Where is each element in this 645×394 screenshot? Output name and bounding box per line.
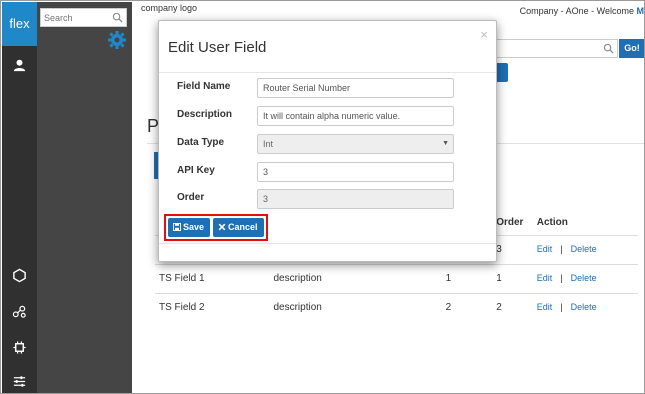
api-key-input[interactable]: 3 (257, 162, 454, 182)
go-button[interactable]: Go! (619, 39, 644, 58)
edit-user-field-modal: Edit User Field × Field Name Router Seri… (158, 20, 497, 262)
modal-footer-divider (159, 243, 496, 244)
chip-icon[interactable] (2, 336, 37, 358)
data-type-value: Int (263, 139, 274, 149)
delete-link[interactable]: Delete (571, 302, 597, 312)
search-icon[interactable] (603, 43, 614, 54)
modal-title: Edit User Field (168, 39, 267, 56)
row-name: TS Field 1 (155, 263, 274, 293)
flex-logo[interactable]: flex (2, 2, 37, 46)
hexagon-icon[interactable] (2, 264, 37, 286)
delete-link[interactable]: Delete (571, 244, 597, 254)
data-type-select[interactable]: Int ▼ (257, 134, 454, 154)
welcome-text: Company - AOne - Welcome M (520, 6, 644, 16)
row-api: 1 (445, 263, 497, 293)
search-icon[interactable] (112, 12, 123, 23)
row-name: TS Field 2 (155, 292, 274, 322)
row-order: 1 (496, 263, 537, 293)
delete-link[interactable]: Delete (571, 273, 597, 283)
edit-link[interactable]: Edit (537, 302, 553, 312)
api-key-row: API Key 3 (177, 162, 477, 182)
api-key-label: API Key (177, 165, 215, 176)
cancel-button[interactable]: Cancel (213, 218, 264, 237)
header-order: Order (496, 216, 524, 228)
row-actions: Edit | Delete (536, 234, 638, 264)
row-description: description (273, 263, 446, 293)
sidebar-search-input[interactable] (41, 9, 111, 26)
field-name-row: Field Name Router Serial Number (177, 78, 477, 98)
table-row: TS Field 2 description 2 2 Edit | Delete (155, 292, 638, 322)
order-label: Order (177, 192, 205, 203)
chevron-down-icon: ▼ (442, 140, 449, 147)
close-icon (218, 223, 226, 231)
company-logo: company logo (141, 3, 198, 13)
save-button[interactable]: Save (168, 218, 210, 237)
edit-link[interactable]: Edit (537, 244, 553, 254)
header-action: Action (536, 216, 568, 228)
field-name-input[interactable]: Router Serial Number (257, 78, 454, 98)
row-actions: Edit | Delete (536, 263, 638, 293)
cancel-label: Cancel (228, 222, 258, 232)
row-order: 2 (496, 292, 537, 322)
table-row: TS Field 1 description 1 1 Edit | Delete (155, 263, 638, 293)
description-label: Description (177, 109, 233, 120)
description-input[interactable]: It will contain alpha numeric value. (257, 106, 454, 126)
close-icon[interactable]: × (480, 27, 488, 42)
network-icon[interactable] (2, 300, 37, 322)
user-icon[interactable] (2, 54, 37, 76)
order-row: Order 3 (177, 189, 477, 209)
modal-actions: Save Cancel (164, 214, 268, 241)
action-separator: | (560, 273, 563, 283)
modal-header-divider (159, 72, 496, 73)
icon-rail: flex (2, 2, 37, 393)
floppy-icon (172, 222, 182, 232)
row-actions: Edit | Delete (536, 292, 638, 322)
order-input: 3 (257, 189, 454, 209)
sliders-icon[interactable] (2, 370, 37, 392)
save-label: Save (183, 222, 205, 232)
secondary-sidebar (37, 2, 132, 393)
app-frame: flex Search company logo Company - AOne … (0, 0, 645, 394)
welcome-prefix: Company - AOne - Welcome (519, 6, 634, 16)
row-order: 3 (496, 234, 537, 264)
description-row: Description It will contain alpha numeri… (177, 106, 477, 126)
action-separator: | (560, 244, 563, 254)
gear-icon[interactable] (107, 30, 127, 50)
row-api: 2 (445, 292, 497, 322)
top-search-input[interactable] (492, 39, 618, 58)
row-description: description (273, 292, 446, 322)
field-name-label: Field Name (177, 81, 231, 92)
edit-link[interactable]: Edit (537, 273, 553, 283)
action-separator: | (560, 302, 563, 313)
sidebar-search (40, 8, 127, 27)
welcome-user[interactable]: M (637, 6, 645, 16)
data-type-row: Data Type Int ▼ (177, 134, 477, 154)
data-type-label: Data Type (177, 137, 225, 148)
